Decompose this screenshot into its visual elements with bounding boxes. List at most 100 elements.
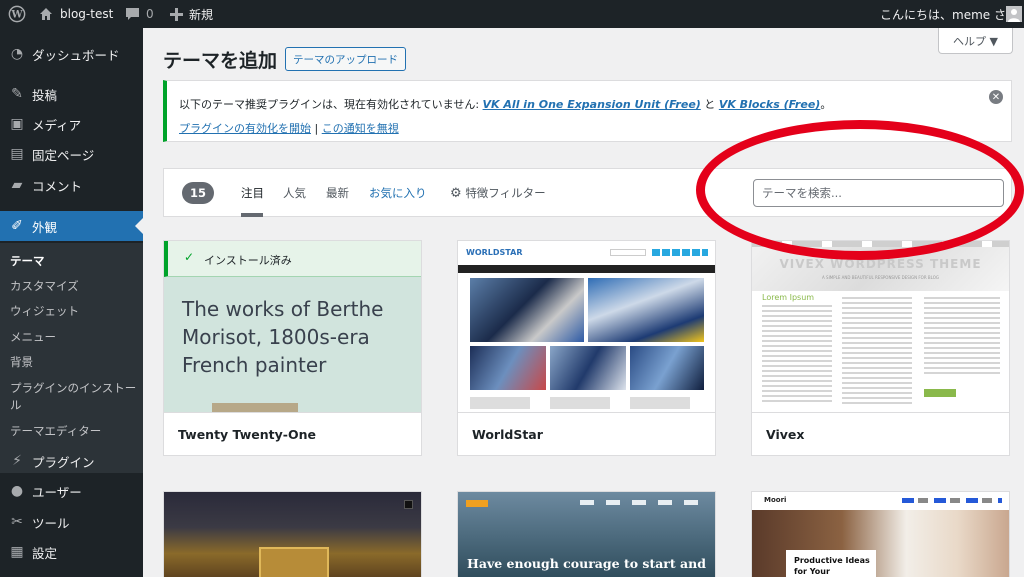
new-content-link[interactable]: 新規 [189, 0, 213, 28]
plugin-link-vk-blocks[interactable]: VK Blocks (Free) [719, 98, 821, 111]
preview-nav [458, 265, 715, 273]
comment-icon: ▰ [11, 177, 23, 193]
activate-plugins-link[interactable]: プラグインの有効化を開始 [179, 122, 311, 135]
theme-card-vivex[interactable]: VIVEX WORDPRESS THEME A SIMPLE AND BEAUT… [751, 240, 1010, 456]
plugin-notice: 以下のテーマ推奨プラグインは、現在有効化されていません: VK All in O… [163, 80, 1012, 142]
settings-icon: ▦ [10, 544, 24, 560]
theme-card-worldstar[interactable]: WORLDSTAR WorldStar [457, 240, 716, 456]
notice-text: 以下のテーマ推奨プラグインは、現在有効化されていません: [179, 98, 483, 111]
preview-headline: Productive Ideas for Your [794, 556, 870, 576]
tab-popular[interactable]: 人気 [283, 185, 306, 201]
menu-dashboard[interactable]: ◔ ダッシュボード [0, 39, 143, 69]
theme-card-row2-2[interactable]: Have enough courage to start and [457, 491, 716, 577]
installed-banner: ✓ インストール済み [164, 241, 421, 277]
help-button[interactable]: ヘルプ ▼ [938, 28, 1013, 54]
brush-icon: ✐ [11, 218, 23, 234]
dismiss-notice-link[interactable]: この通知を無視 [322, 122, 399, 135]
page-title: テーマを追加 [163, 50, 278, 72]
menu-label: プラグイン [32, 454, 95, 470]
installed-label: インストール済み [204, 254, 292, 267]
wordpress-logo-icon[interactable]: W [8, 0, 26, 28]
submenu-widgets[interactable]: ウィジェット [10, 303, 79, 319]
preview-nav [902, 498, 1002, 503]
theme-card-row2-3[interactable]: Moori Productive Ideas for Your [751, 491, 1010, 577]
preview-col-2 [842, 297, 912, 405]
menu-tools[interactable]: ✂ ツール [0, 507, 143, 537]
menu-label: 設定 [32, 545, 58, 561]
menu-label: ダッシュボード [32, 47, 120, 63]
preview-headline: The works of Berthe Morisot, 1800s-era F… [182, 297, 384, 377]
menu-label: メディア [32, 117, 82, 133]
preview-image-small-2 [550, 346, 626, 390]
notice-separator: | [311, 122, 322, 135]
plugin-icon: ⚡ [12, 453, 22, 469]
theme-screenshot[interactable]: VIVEX WORDPRESS THEME A SIMPLE AND BEAUT… [752, 241, 1009, 412]
feature-filter-button[interactable]: ⚙ 特徴フィルター [450, 185, 546, 201]
home-icon[interactable] [38, 0, 54, 28]
user-greeting[interactable]: こんにちは、meme さん [880, 0, 1018, 28]
preview-button [924, 389, 956, 397]
page-icon: ▤ [10, 146, 24, 162]
submenu-themes[interactable]: テーマ [10, 253, 45, 269]
user-icon: ● [10, 483, 24, 499]
menu-comments[interactable]: ▰ コメント [0, 170, 143, 200]
submenu-customize[interactable]: カスタマイズ [10, 278, 79, 294]
worldstar-logo: WORLDSTAR [466, 248, 523, 257]
preview-painting-frame [259, 547, 329, 577]
preview-hero-card: Productive Ideas for Your [786, 550, 876, 577]
menu-label: 固定ページ [32, 147, 95, 163]
submenu-menus[interactable]: メニュー [10, 329, 56, 345]
main-content: ヘルプ ▼ テーマを追加 テーマのアップロード 以下のテーマ推奨プラグインは、現… [143, 28, 1024, 577]
user-avatar[interactable] [1006, 0, 1022, 28]
theme-filter-bar: 15 注目 人気 最新 お気に入り ⚙ 特徴フィルター [163, 168, 1012, 217]
notice-and: と [700, 98, 719, 111]
theme-name: Twenty Twenty-One [164, 412, 421, 455]
theme-card-row2-1[interactable] [163, 491, 422, 577]
preview-lorem-heading: Lorem Ipsum [762, 293, 815, 302]
preview-text-lines [470, 397, 704, 409]
preview-logo: Moori [764, 496, 787, 504]
feature-filter-label: 特徴フィルター [465, 186, 546, 200]
site-name-link[interactable]: blog-test [60, 0, 113, 28]
menu-settings[interactable]: ▦ 設定 [0, 537, 143, 567]
submenu-plugin-install[interactable]: プラグインのインストー [10, 380, 136, 396]
theme-screenshot[interactable]: ✓ インストール済み The works of Berthe Morisot, … [164, 241, 421, 412]
close-icon[interactable]: ✕ [989, 90, 1003, 104]
comments-count[interactable]: 0 [146, 0, 154, 28]
plus-icon[interactable] [170, 0, 183, 28]
dashboard-icon: ◔ [10, 46, 24, 62]
theme-search-input[interactable] [753, 179, 1004, 207]
preview-top-nav [752, 241, 1009, 247]
wrench-icon: ✂ [11, 514, 23, 530]
pin-icon: ✎ [11, 86, 23, 102]
submenu-theme-editor[interactable]: テーマエディター [10, 423, 101, 439]
svg-text:W: W [10, 10, 23, 21]
menu-label: 投稿 [32, 87, 58, 103]
tab-latest[interactable]: 最新 [326, 185, 349, 201]
menu-label: コメント [32, 178, 83, 194]
menu-appearance[interactable]: ✐ 外観 [0, 211, 143, 241]
menu-pages[interactable]: ▤ 固定ページ [0, 139, 143, 169]
preview-social-icons [652, 249, 708, 256]
active-tab-underline [241, 213, 263, 217]
submenu-plugin-install-cont[interactable]: ル [10, 397, 22, 413]
preview-banner-sub: A SIMPLE AND BEAUTIFUL RESPONSIVE DESIGN… [822, 275, 939, 280]
menu-plugins[interactable]: ⚡ プラグイン [0, 446, 143, 476]
upload-theme-button[interactable]: テーマのアップロード [285, 47, 406, 71]
comment-icon[interactable] [125, 0, 140, 28]
gear-icon: ⚙ [450, 186, 462, 201]
menu-users[interactable]: ● ユーザー [0, 476, 143, 506]
tab-featured[interactable]: 注目 [241, 185, 264, 201]
preview-image-strip [212, 403, 298, 412]
theme-name: WorldStar [458, 412, 715, 455]
menu-media[interactable]: ▣ メディア [0, 109, 143, 139]
tab-favorites[interactable]: お気に入り [369, 185, 427, 201]
submenu-background[interactable]: 背景 [10, 354, 33, 370]
preview-logo-block [466, 500, 488, 507]
theme-screenshot[interactable]: WORLDSTAR [458, 241, 715, 412]
menu-posts[interactable]: ✎ 投稿 [0, 79, 143, 109]
plugin-link-expansion-unit[interactable]: VK All in One Expansion Unit (Free) [483, 98, 701, 111]
appearance-submenu: テーマ カスタマイズ ウィジェット メニュー 背景 プラグインのインストー ル … [0, 243, 143, 473]
theme-card-twenty-twenty-one[interactable]: ✓ インストール済み The works of Berthe Morisot, … [163, 240, 422, 456]
menu-label: ユーザー [32, 484, 82, 500]
